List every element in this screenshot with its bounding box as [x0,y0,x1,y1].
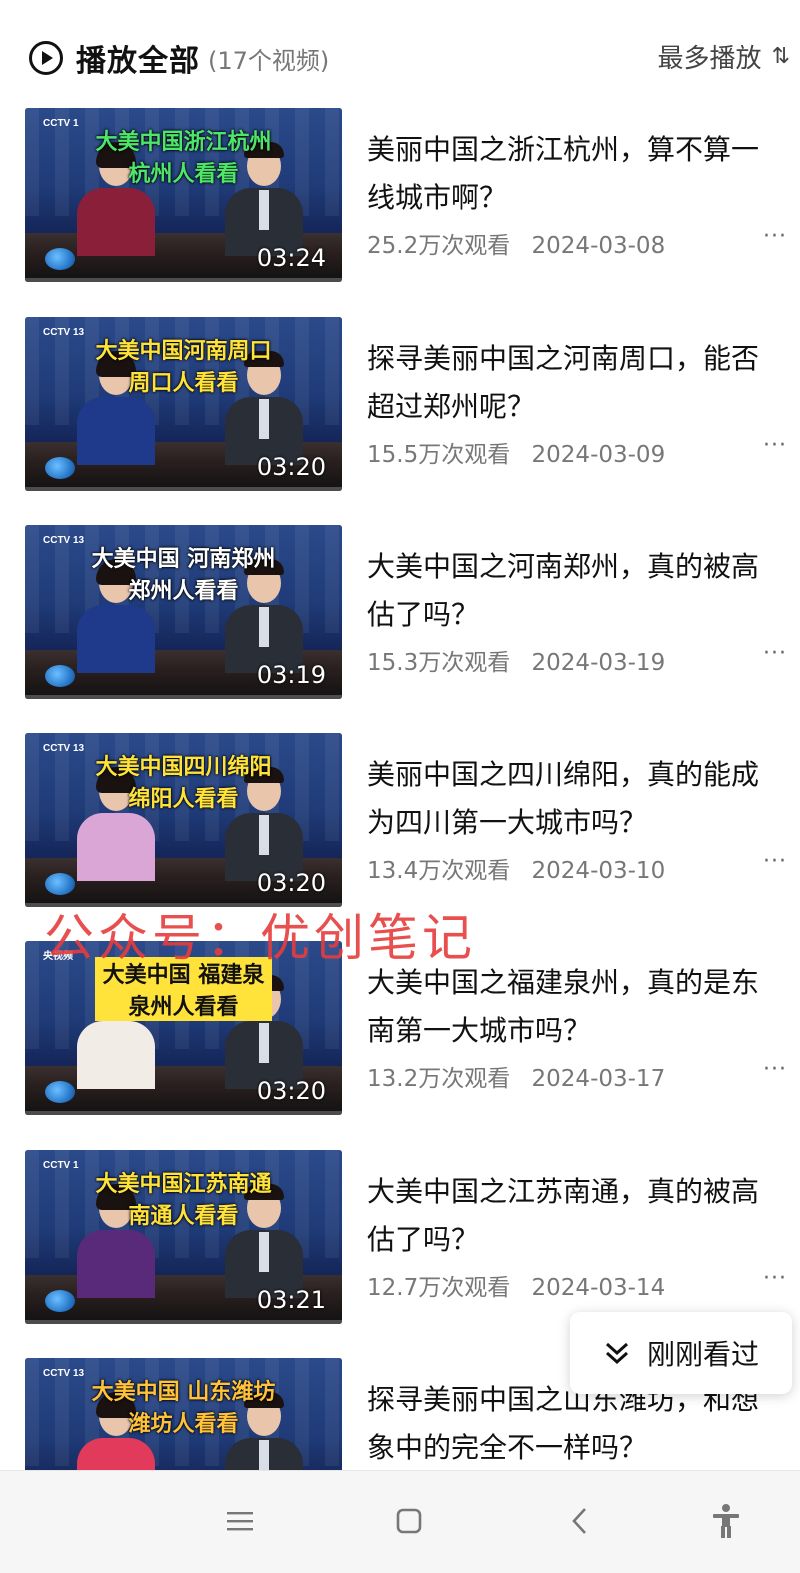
news-globe-icon [45,873,75,895]
play-circle-icon [29,41,63,75]
video-meta: 15.5万次观看 2024-03-09 [367,435,665,469]
news-globe-icon [45,1081,75,1103]
video-meta: 13.2万次观看 2024-03-17 [367,1059,665,1093]
thumbnail-caption-line1: 大美中国 河南郑州 [91,547,276,572]
video-title[interactable]: 大美中国之河南郑州，真的被高估了吗？ [367,543,767,639]
upload-date: 2024-03-17 [531,1066,666,1092]
thumbnail-caption-line2: 南通人看看 [128,1204,239,1229]
view-count: 15.5万次观看 [367,442,511,468]
news-globe-icon [45,665,75,687]
video-title[interactable]: 大美中国之江苏南通，真的被高估了吗？ [367,1168,767,1264]
view-count: 15.3万次观看 [367,650,511,676]
system-nav-bar [0,1470,800,1573]
video-thumbnail[interactable]: CCTV 13 大美中国四川绵阳 绵阳人看看 03:20 [25,733,342,907]
list-header: 播放全部 (17个视频) 最多播放 ⇅ [0,0,800,108]
video-thumbnail[interactable]: CCTV 13 大美中国河南周口 周口人看看 03:20 [25,317,342,491]
thumbnail-caption-line2: 潍坊人看看 [128,1412,239,1437]
view-count: 12.7万次观看 [367,1275,511,1301]
news-globe-icon [45,457,75,479]
sort-icon: ⇅ [771,44,790,69]
home-button[interactable] [389,1501,429,1541]
more-options-icon[interactable]: ··· [763,1266,787,1291]
sort-label: 最多播放 [657,44,762,74]
recently-watched-label: 刚刚看过 [646,1338,759,1371]
video-duration: 03:20 [256,869,326,897]
upload-date: 2024-03-10 [531,858,666,884]
accessibility-icon [713,1504,739,1538]
news-globe-icon [45,1290,75,1312]
thumbnail-bottom-edge [25,278,342,282]
thumbnail-bottom-edge [25,487,342,491]
view-count: 13.2万次观看 [367,1066,511,1092]
video-row[interactable]: CCTV 13 大美中国河南周口 周口人看看 03:20 探寻美丽中国之河南周口… [0,317,800,525]
video-meta: 25.2万次观看 2024-03-08 [367,226,665,260]
thumbnail-bottom-edge [25,1320,342,1324]
upload-date: 2024-03-14 [531,1275,666,1301]
view-count: 25.2万次观看 [367,233,511,259]
more-options-icon[interactable]: ··· [763,433,787,458]
video-thumbnail[interactable]: CCTV 1 大美中国江苏南通 南通人看看 03:21 [25,1150,342,1324]
play-all-label: 播放全部 [76,44,200,79]
news-globe-icon [45,248,75,270]
more-options-icon[interactable]: ··· [763,224,787,249]
thumbnail-caption-line1: 大美中国河南周口 [95,339,272,364]
upload-date: 2024-03-09 [531,442,666,468]
double-chevron-down-icon [605,1342,628,1365]
thumbnail-caption-line1: 大美中国江苏南通 [95,1172,272,1197]
video-duration: 03:20 [256,1077,326,1105]
more-options-icon[interactable]: ··· [763,1057,787,1082]
thumbnail-caption-line2: 周口人看看 [128,371,239,396]
accessibility-button[interactable] [706,1501,746,1541]
thumbnail-caption-line1: 大美中国 山东潍坊 [91,1380,276,1405]
recently-watched-button[interactable]: 刚刚看过 [570,1312,792,1394]
video-row[interactable]: 央视频 大美中国 福建泉州 泉州人看看 03:20 大美中国之福建泉州，真的是东… [0,941,800,1149]
thumbnail-caption-line1: 大美中国浙江杭州 [95,130,272,155]
video-count: (17个视频) [208,46,330,75]
video-meta: 15.3万次观看 2024-03-19 [367,643,665,677]
video-title[interactable]: 美丽中国之浙江杭州，算不算一线城市啊？ [367,126,767,222]
menu-button[interactable] [220,1501,260,1541]
video-duration: 03:24 [256,244,326,272]
thumbnail-caption-line2: 绵阳人看看 [128,787,239,812]
sort-button[interactable]: 最多播放 ⇅ [658,38,790,75]
video-thumbnail[interactable]: CCTV 13 大美中国 河南郑州 郑州人看看 03:19 [25,525,342,699]
home-icon [396,1508,422,1534]
thumbnail-caption-line2: 杭州人看看 [128,162,239,187]
video-row[interactable]: CCTV 13 大美中国 河南郑州 郑州人看看 03:19 大美中国之河南郑州，… [0,525,800,733]
thumbnail-bottom-edge [25,1111,342,1115]
video-duration: 03:19 [256,661,326,689]
upload-date: 2024-03-08 [531,233,666,259]
watermark-text: 公众号：优创笔记 [44,909,476,967]
video-duration: 03:20 [256,453,326,481]
video-title[interactable]: 探寻美丽中国之河南周口，能否超过郑州呢？ [367,335,767,431]
video-row[interactable]: CCTV 1 大美中国浙江杭州 杭州人看看 03:24 美丽中国之浙江杭州，算不… [0,108,800,316]
back-icon [572,1508,586,1534]
thumbnail-caption-line2: 郑州人看看 [128,579,239,604]
more-options-icon[interactable]: ··· [763,849,787,874]
video-duration: 03:21 [256,1286,326,1314]
play-all-button[interactable]: 播放全部 (17个视频) [28,36,329,80]
view-count: 13.4万次观看 [367,858,511,884]
video-meta: 13.4万次观看 2024-03-10 [367,851,665,885]
video-thumbnail[interactable]: CCTV 1 大美中国浙江杭州 杭州人看看 03:24 [25,108,342,282]
upload-date: 2024-03-19 [531,650,666,676]
video-meta: 12.7万次观看 2024-03-14 [367,1268,665,1302]
more-options-icon[interactable]: ··· [763,641,787,666]
back-button[interactable] [560,1501,600,1541]
thumbnail-caption-line2: 泉州人看看 [95,989,272,1021]
menu-icon [227,1512,253,1531]
thumbnail-bottom-edge [25,695,342,699]
thumbnail-caption-line1: 大美中国四川绵阳 [95,755,272,780]
video-title[interactable]: 大美中国之福建泉州，真的是东南第一大城市吗？ [367,959,767,1055]
video-title[interactable]: 美丽中国之四川绵阳，真的能成为四川第一大城市吗？ [367,751,767,847]
